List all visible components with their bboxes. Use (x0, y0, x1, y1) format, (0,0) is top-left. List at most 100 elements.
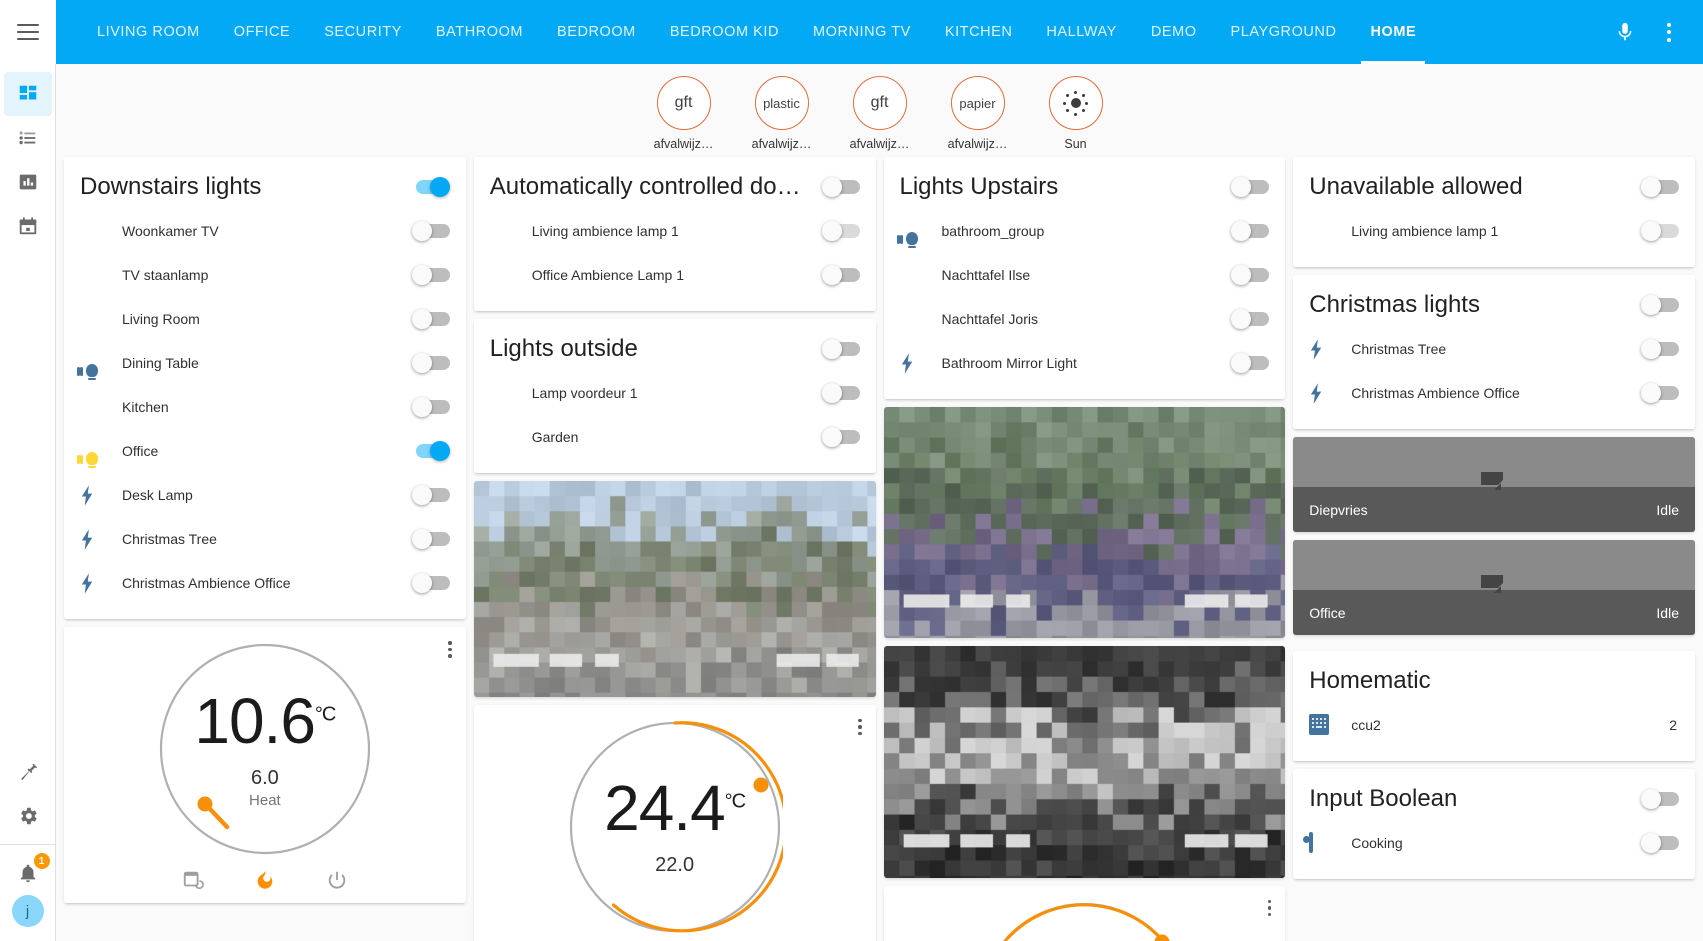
entity-icon[interactable] (80, 528, 122, 550)
media-edit-icon[interactable] (1481, 472, 1507, 494)
entity-icon[interactable] (1309, 382, 1351, 404)
entity-row[interactable]: Dining Table (77, 341, 450, 385)
entity-icon[interactable] (1309, 832, 1351, 853)
tab-home[interactable]: HOME (1353, 0, 1433, 64)
tab-living-room[interactable]: LIVING ROOM (80, 0, 217, 64)
sidebar-item-dashboard[interactable] (3, 72, 52, 116)
card-header-toggle[interactable] (1641, 177, 1679, 197)
tab-bathroom[interactable]: BATHROOM (419, 0, 540, 64)
entity-icon[interactable] (1309, 338, 1351, 360)
entity-row[interactable]: bathroom_group (896, 209, 1270, 253)
badge-item[interactable]: papier afvalwijz… (934, 76, 1022, 151)
entity-row[interactable]: Garden (490, 415, 860, 459)
entity-row[interactable]: Kitchen (80, 385, 450, 429)
entity-icon[interactable] (80, 572, 122, 594)
sidebar-item-history[interactable] (4, 160, 52, 204)
entity-row[interactable]: TV staanlamp (80, 253, 450, 297)
badge-item[interactable]: gft afvalwijz… (640, 76, 728, 151)
thermostat-dial[interactable]: 10.6°C 6.0 Heat (157, 641, 373, 857)
entity-toggle[interactable] (1231, 309, 1270, 329)
card-header-toggle[interactable] (821, 339, 860, 359)
tab-office[interactable]: OFFICE (217, 0, 307, 64)
entity-toggle[interactable] (821, 427, 860, 447)
microphone-icon[interactable] (1605, 12, 1645, 52)
schedule-icon[interactable] (180, 867, 206, 893)
tab-kitchen[interactable]: KITCHEN (928, 0, 1030, 64)
entity-row[interactable]: Christmas Ambience Office (1309, 371, 1679, 415)
badge-item[interactable]: gft afvalwijz… (836, 76, 924, 151)
entity-row[interactable]: Bathroom Mirror Light (900, 341, 1270, 385)
entity-row[interactable]: ccu2 2 (1309, 703, 1679, 747)
entity-toggle[interactable] (821, 383, 860, 403)
tab-demo[interactable]: DEMO (1134, 0, 1214, 64)
entity-icon[interactable] (900, 352, 942, 374)
overflow-menu-icon[interactable] (1649, 12, 1689, 52)
entity-icon[interactable] (80, 484, 122, 506)
tab-security[interactable]: SECURITY (307, 0, 419, 64)
flame-icon[interactable] (252, 867, 278, 893)
entity-toggle[interactable] (1641, 221, 1679, 241)
entity-row[interactable]: Woonkamer TV (80, 209, 450, 253)
entity-row[interactable]: Christmas Ambience Office (80, 561, 450, 605)
tab-bedroom[interactable]: BEDROOM (540, 0, 653, 64)
tab-hallway[interactable]: HALLWAY (1029, 0, 1133, 64)
entity-toggle[interactable] (1641, 383, 1679, 403)
camera-card-3[interactable] (883, 646, 1286, 878)
entity-row[interactable]: Living ambience lamp 1 (490, 209, 860, 253)
entity-row[interactable]: Nachttafel Ilse (900, 253, 1270, 297)
entity-row[interactable]: Cooking (1309, 821, 1679, 865)
card-header-toggle[interactable] (821, 177, 860, 197)
entity-row[interactable]: Office (77, 429, 450, 473)
entity-icon[interactable] (1309, 714, 1351, 736)
sidebar-toggle-button[interactable] (0, 0, 56, 64)
entity-toggle[interactable] (1641, 833, 1679, 853)
card-header-toggle[interactable] (412, 177, 450, 197)
entity-row[interactable]: Christmas Tree (1309, 327, 1679, 371)
entity-toggle[interactable] (821, 265, 860, 285)
card-header-toggle[interactable] (1231, 177, 1270, 197)
entity-row[interactable]: Living Room (80, 297, 450, 341)
sidebar-item-developer-tools[interactable] (4, 750, 52, 794)
entity-toggle[interactable] (412, 441, 450, 461)
entity-toggle[interactable] (821, 221, 860, 241)
camera-card-2[interactable] (883, 407, 1286, 639)
entity-toggle[interactable] (411, 309, 450, 329)
entity-toggle[interactable] (1641, 339, 1679, 359)
entity-row[interactable]: Lamp voordeur 1 (490, 371, 860, 415)
sidebar-item-settings[interactable] (4, 794, 52, 838)
card-header-toggle[interactable] (1641, 789, 1679, 809)
entity-row[interactable]: Christmas Tree (80, 517, 450, 561)
user-avatar[interactable]: j (11, 895, 44, 927)
entity-toggle[interactable] (411, 529, 450, 549)
entity-toggle[interactable] (1231, 265, 1270, 285)
entity-toggle[interactable] (1231, 221, 1270, 241)
badge-label: afvalwijz… (653, 137, 714, 151)
entity-row[interactable]: Living ambience lamp 1 (1309, 209, 1679, 253)
tab-playground[interactable]: PLAYGROUND (1214, 0, 1354, 64)
entity-toggle[interactable] (411, 485, 450, 505)
tab-bedroom-kid[interactable]: BEDROOM KID (653, 0, 796, 64)
media-player-card[interactable]: Office Idle (1293, 540, 1695, 635)
entity-toggle[interactable] (411, 397, 450, 417)
tab-morning-tv[interactable]: MORNING TV (796, 0, 928, 64)
power-icon[interactable] (324, 867, 350, 893)
entity-row[interactable]: Office Ambience Lamp 1 (490, 253, 860, 297)
entity-toggle[interactable] (411, 353, 450, 373)
card-header-toggle[interactable] (1641, 295, 1679, 315)
thermostat-dial[interactable] (976, 900, 1192, 941)
entity-toggle[interactable] (411, 221, 450, 241)
camera-card-1[interactable] (473, 481, 876, 697)
badge-item[interactable]: Sun (1032, 76, 1120, 151)
entity-toggle[interactable] (411, 573, 450, 593)
sidebar-item-notifications[interactable]: 1 (4, 851, 52, 895)
media-player-card[interactable]: Diepvries Idle (1293, 437, 1695, 532)
entity-row[interactable]: Nachttafel Joris (900, 297, 1270, 341)
sidebar-item-list[interactable] (4, 116, 52, 160)
entity-toggle[interactable] (411, 265, 450, 285)
thermostat-dial[interactable]: 24.4°C 22.0 (567, 719, 788, 935)
entity-toggle[interactable] (1231, 353, 1270, 373)
sidebar-item-calendar[interactable] (4, 204, 52, 248)
entity-row[interactable]: Desk Lamp (80, 473, 450, 517)
badge-item[interactable]: plastic afvalwijz… (738, 76, 826, 151)
media-edit-icon[interactable] (1481, 575, 1507, 597)
